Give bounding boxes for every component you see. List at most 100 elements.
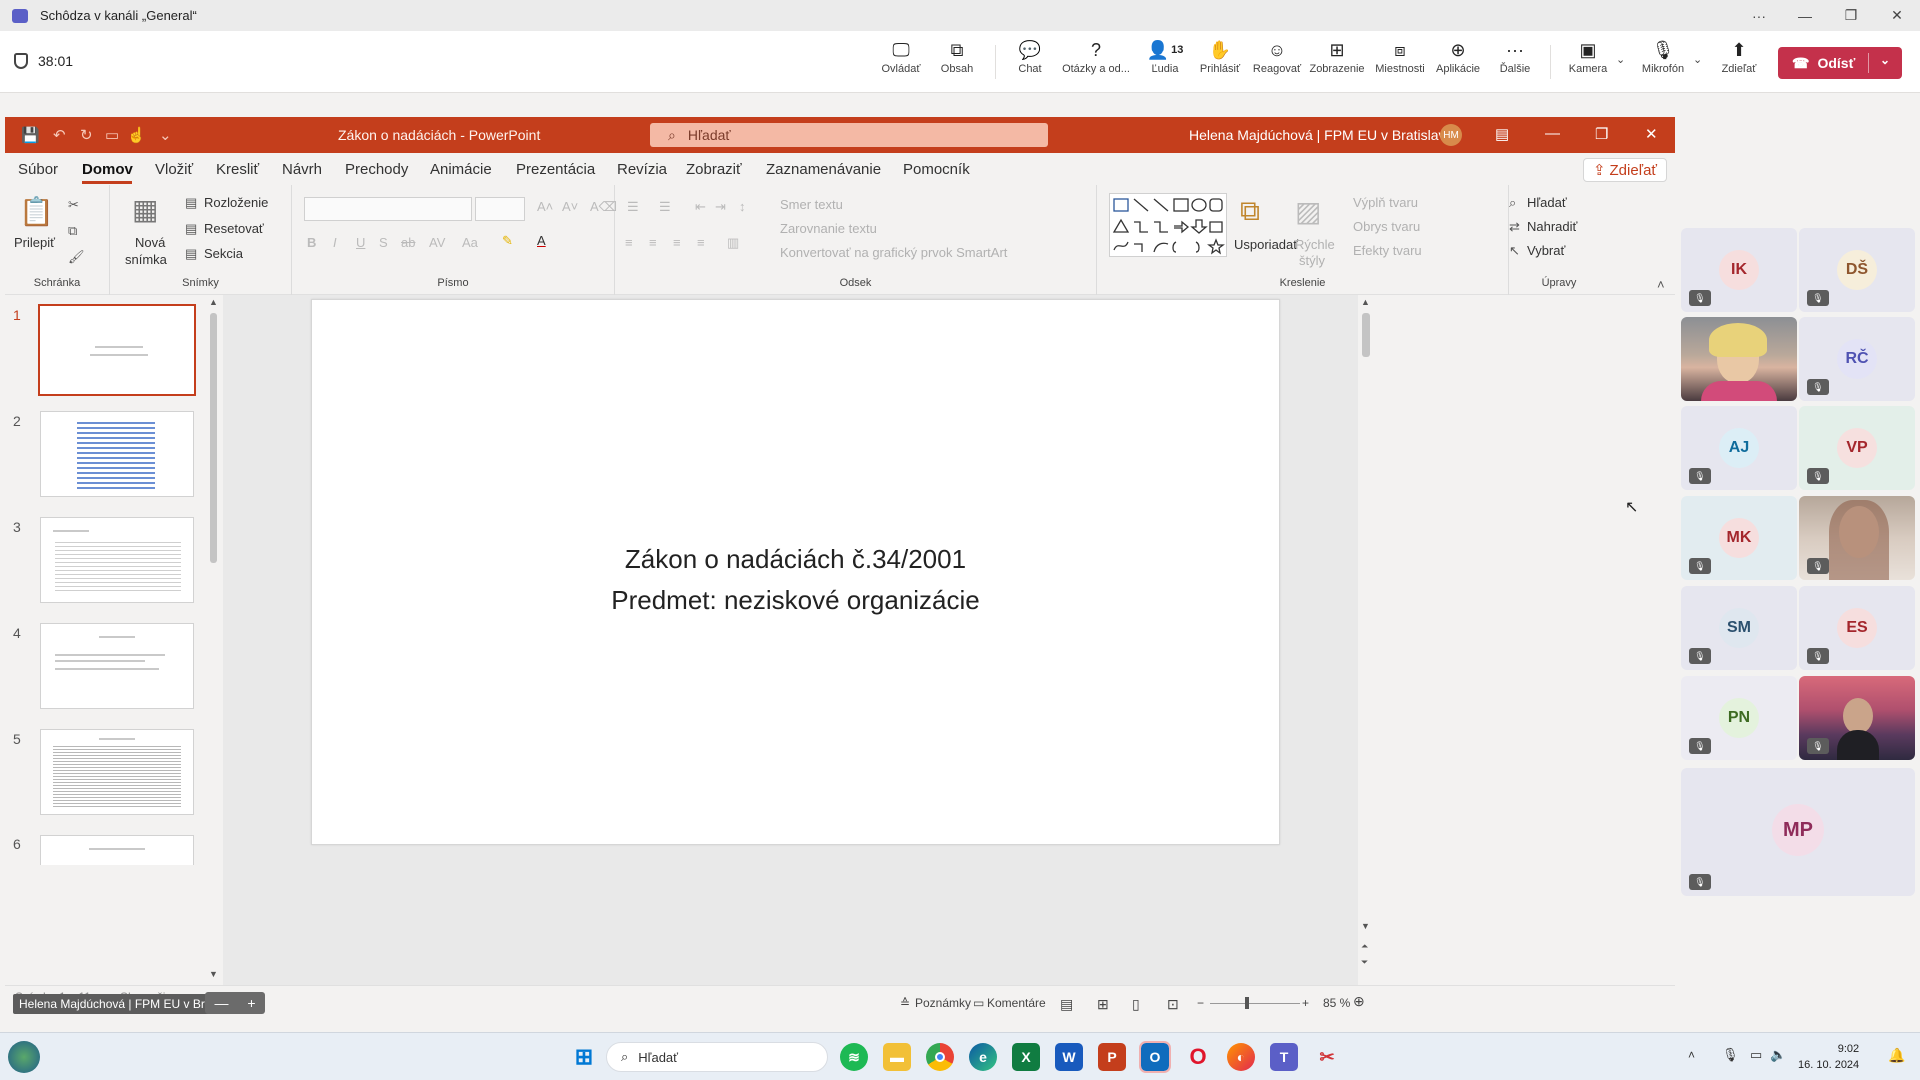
zoom-slider[interactable] bbox=[1210, 1003, 1300, 1004]
align-text-button[interactable]: Zarovnanie textu bbox=[780, 221, 877, 236]
collapse-ribbon-icon[interactable]: ˄ bbox=[1657, 277, 1665, 292]
arrange-button[interactable]: Usporiadať bbox=[1234, 237, 1298, 252]
mic-chevron-icon[interactable]: ⌄ bbox=[1693, 53, 1702, 66]
char-spacing-icon[interactable]: AV bbox=[429, 235, 445, 250]
zoom-plus-icon[interactable]: + bbox=[1302, 996, 1309, 1010]
participant-tile[interactable]: VP 🎙 bbox=[1799, 406, 1915, 490]
leave-chevron-icon[interactable]: ⌄ bbox=[1880, 53, 1890, 67]
find-button[interactable]: Hľadať bbox=[1527, 195, 1567, 210]
slideshow-view-icon[interactable]: ⊡ bbox=[1167, 996, 1179, 1013]
undo-icon[interactable]: ↶ bbox=[53, 126, 66, 144]
shape-outline-button[interactable]: Obrys tvaru bbox=[1353, 219, 1420, 234]
participant-video-tile[interactable]: 🎙 bbox=[1799, 496, 1915, 580]
increase-indent-icon[interactable]: ⇥ bbox=[715, 199, 726, 215]
slide-thumbnail-6[interactable] bbox=[40, 835, 194, 865]
prev-slide-icon[interactable]: ⏶ bbox=[1361, 941, 1368, 952]
tab-slideshow[interactable]: Prezentácia bbox=[516, 161, 595, 178]
word-icon[interactable]: W bbox=[1055, 1043, 1083, 1071]
line-spacing-icon[interactable]: ↕ bbox=[739, 199, 746, 214]
tab-view[interactable]: Zobraziť bbox=[686, 161, 742, 178]
tab-animations[interactable]: Animácie bbox=[430, 161, 492, 178]
tab-design[interactable]: Návrh bbox=[282, 161, 322, 178]
format-painter-icon[interactable]: 🖌 bbox=[68, 249, 85, 265]
participant-tile[interactable]: IK 🎙 bbox=[1681, 228, 1797, 312]
participant-tile[interactable]: AJ 🎙 bbox=[1681, 406, 1797, 490]
underline-icon[interactable]: U bbox=[356, 235, 365, 250]
tab-home[interactable]: Domov bbox=[82, 161, 133, 178]
slide-subtitle[interactable]: Predmet: neziskové organizácie bbox=[312, 585, 1279, 616]
layout-button[interactable]: Rozloženie bbox=[204, 195, 268, 210]
powerpoint-icon[interactable]: P bbox=[1098, 1043, 1126, 1071]
participant-tile[interactable]: DŠ 🎙 bbox=[1799, 228, 1915, 312]
reading-view-icon[interactable]: ▯ bbox=[1132, 996, 1140, 1013]
notifications-icon[interactable]: 🔔 bbox=[1888, 1047, 1905, 1064]
decrease-font-icon[interactable]: A˅ bbox=[562, 199, 578, 214]
font-family-select[interactable] bbox=[304, 197, 472, 221]
quick-styles-icon[interactable]: ▨ bbox=[1295, 195, 1321, 228]
change-case-icon[interactable]: Aa bbox=[462, 235, 478, 250]
reset-button[interactable]: Resetovať bbox=[204, 221, 264, 236]
tray-volume-icon[interactable]: 🔈 bbox=[1770, 1047, 1786, 1063]
section-button[interactable]: Sekcia bbox=[204, 246, 243, 261]
ppt-search-box[interactable]: ⌕ Hľadať bbox=[650, 123, 1048, 147]
slide-thumbnail-2[interactable] bbox=[40, 411, 194, 497]
participant-video-tile[interactable] bbox=[1681, 317, 1797, 401]
microphone-button[interactable]: 🎙 Mikrofón bbox=[1633, 37, 1693, 87]
slide-thumbnail-4[interactable] bbox=[40, 623, 194, 709]
italic-icon[interactable]: I bbox=[333, 235, 337, 250]
tab-record[interactable]: Zaznamenávanie bbox=[766, 161, 881, 178]
tab-insert[interactable]: Vložiť bbox=[155, 161, 193, 178]
share-zoom-control[interactable]: — + bbox=[205, 992, 265, 1014]
spotify-icon[interactable]: ≋ bbox=[840, 1043, 868, 1071]
slide-thumbnail-1[interactable] bbox=[38, 304, 196, 396]
current-slide[interactable]: Zákon o nadáciách č.34/2001 Predmet: nez… bbox=[311, 299, 1280, 845]
camera-button[interactable]: ▣ Kamera bbox=[1558, 37, 1618, 87]
start-icon[interactable]: ⊞ bbox=[570, 1043, 598, 1071]
tab-transitions[interactable]: Prechody bbox=[345, 161, 408, 178]
new-slide-label-1[interactable]: Nová bbox=[135, 235, 165, 250]
zoom-in-icon[interactable]: + bbox=[247, 995, 255, 1011]
participant-tile[interactable]: ES 🎙 bbox=[1799, 586, 1915, 670]
opera-icon[interactable]: O bbox=[1184, 1043, 1212, 1071]
quick-styles-label-1[interactable]: Rýchle bbox=[1295, 237, 1335, 252]
explorer-icon[interactable]: ▬ bbox=[883, 1043, 911, 1071]
shadow-icon[interactable]: S bbox=[379, 235, 388, 250]
ribbon-display-icon[interactable]: ▤ bbox=[1495, 125, 1509, 143]
shape-fill-button[interactable]: Výplň tvaru bbox=[1353, 195, 1418, 210]
new-slide-label-2[interactable]: snímka bbox=[125, 252, 167, 267]
slide-scrollbar[interactable]: ▲ ▼ ⏶ ⏷ bbox=[1358, 295, 1375, 985]
rooms-button[interactable]: ⧈ Miestnosti bbox=[1370, 37, 1430, 87]
font-size-select[interactable] bbox=[475, 197, 525, 221]
redo-icon[interactable]: ↻ bbox=[80, 126, 93, 144]
comments-button[interactable]: Komentáre bbox=[987, 996, 1046, 1010]
arrange-icon[interactable]: ⧉ bbox=[1240, 195, 1260, 228]
tab-review[interactable]: Revízia bbox=[617, 161, 667, 178]
bold-icon[interactable]: B bbox=[307, 235, 316, 250]
edge-icon[interactable]: e bbox=[969, 1043, 997, 1071]
slide-sorter-icon[interactable]: ⊞ bbox=[1097, 996, 1109, 1013]
align-center-icon[interactable]: ≡ bbox=[649, 235, 657, 250]
slide-title[interactable]: Zákon o nadáciách č.34/2001 bbox=[312, 544, 1279, 575]
columns-icon[interactable]: ▥ bbox=[727, 235, 739, 251]
paste-icon[interactable]: 📋 bbox=[19, 195, 54, 228]
ppt-share-button[interactable]: ⇪ Zdieľať bbox=[1583, 158, 1667, 182]
control-button[interactable]: 🖵 Ovládať bbox=[871, 37, 931, 87]
taskbar-clock[interactable]: 9:02 16. 10. 2024 bbox=[1798, 1041, 1859, 1073]
participant-tile[interactable]: MK 🎙 bbox=[1681, 496, 1797, 580]
increase-font-icon[interactable]: A˄ bbox=[537, 199, 553, 214]
restore-button[interactable]: ❐ bbox=[1828, 0, 1874, 31]
zoom-minus-icon[interactable]: − bbox=[1197, 996, 1204, 1010]
slide-thumbnail-5[interactable] bbox=[40, 729, 194, 815]
chat-button[interactable]: 💬 Chat bbox=[1000, 37, 1060, 87]
taskbar-search[interactable]: ⌕ Hľadať bbox=[606, 1042, 828, 1072]
new-slide-icon[interactable]: ▦ bbox=[132, 193, 158, 226]
close-button[interactable]: ✕ bbox=[1874, 0, 1920, 31]
highlight-icon[interactable]: ✎ bbox=[502, 233, 513, 249]
tab-file[interactable]: Súbor bbox=[18, 161, 58, 178]
react-button[interactable]: ☺ Reagovať bbox=[1247, 37, 1307, 87]
numbering-icon[interactable]: ☰ bbox=[659, 199, 671, 215]
ppt-minimize-button[interactable]: — bbox=[1545, 125, 1560, 142]
participant-tile[interactable]: RČ 🎙 bbox=[1799, 317, 1915, 401]
people-button[interactable]: 👤 13 Ľudia bbox=[1135, 37, 1195, 87]
touch-mode-icon[interactable]: ☝ bbox=[127, 126, 146, 144]
